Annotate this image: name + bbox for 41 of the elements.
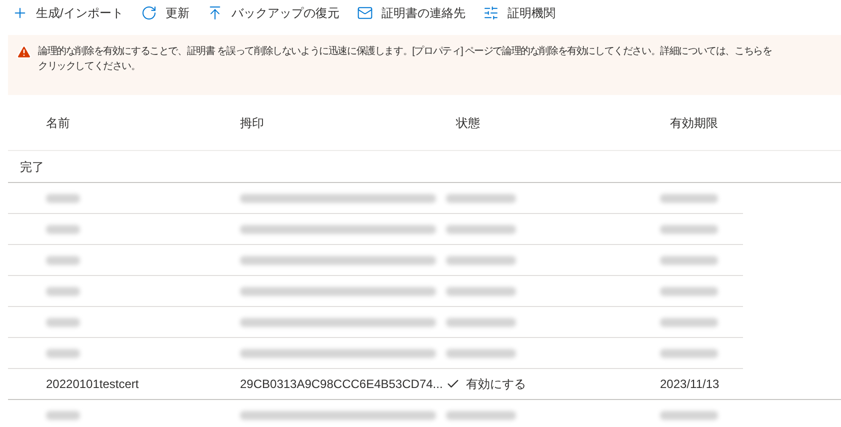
toolbar-button[interactable]: 証明機関 [483, 4, 556, 22]
mail-icon [357, 5, 374, 21]
blurred-text [446, 224, 516, 234]
add-icon [12, 5, 28, 21]
blurred-text [660, 224, 718, 234]
blurred-text [46, 318, 80, 326]
toolbar-button[interactable]: 生成/インポート [12, 4, 124, 22]
sliders-icon [483, 5, 500, 21]
toolbar-button[interactable]: 証明書の連絡先 [357, 4, 466, 22]
blurred-text [660, 256, 718, 264]
blurred-text [446, 410, 516, 420]
blurred-text [660, 286, 718, 296]
blurred-text [660, 194, 718, 202]
blurred-text [446, 256, 516, 264]
toolbar-button[interactable]: バックアップの復元 [207, 4, 340, 22]
blurred-text [446, 194, 516, 202]
thumbprint: 29CB0313A9C98CCC6E4B53CD74... [240, 376, 443, 393]
refresh-icon [141, 5, 158, 21]
column-header[interactable]: 有効期限 [670, 114, 841, 132]
blurred-text [46, 286, 80, 296]
blurred-text [660, 348, 718, 358]
blurred-text [46, 410, 80, 420]
blurred-text [46, 224, 80, 234]
blurred-text [46, 348, 80, 358]
column-header[interactable]: 名前 [46, 114, 240, 132]
warning-icon [16, 44, 32, 60]
expiry-date: 2023/11/13 [660, 376, 720, 393]
blurred-text [446, 348, 516, 358]
blurred-text [46, 256, 80, 264]
blurred-text [46, 194, 80, 202]
blurred-text [446, 318, 516, 326]
status-text: 有効にする [466, 376, 526, 393]
column-header[interactable]: 拇印 [240, 114, 456, 132]
cert-name: 20220101testcert [46, 376, 140, 393]
blurred-text [660, 410, 718, 420]
banner-text: 論理的な削除を有効にすることで、証明書 を誤って削除しないように迅速に保護します。[プロパティ] ページで論理的な削除を有効にしてください。詳細については、こちらを クリックしてください。 [38, 44, 772, 74]
group-header[interactable]: 完了 [20, 158, 44, 176]
toolbar-button[interactable]: 更新 [141, 4, 190, 22]
column-header[interactable]: 状態 [456, 114, 670, 132]
blurred-text [446, 286, 516, 296]
blurred-text [660, 318, 718, 326]
